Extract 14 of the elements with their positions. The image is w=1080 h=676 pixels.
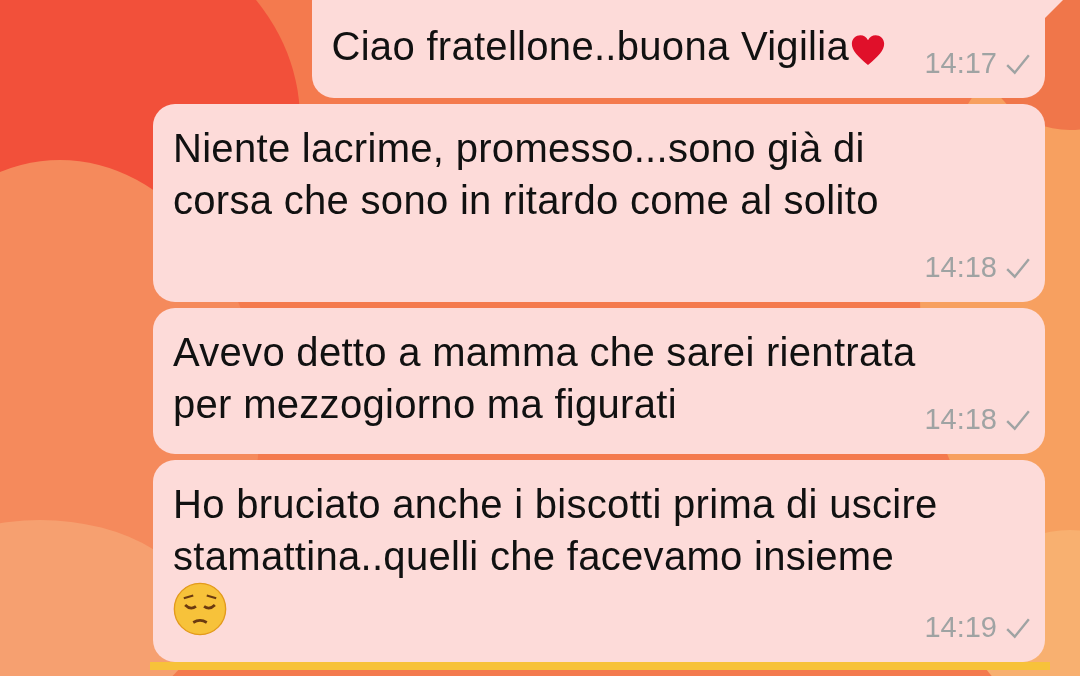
check-icon bbox=[1005, 616, 1031, 639]
message-text: Avevo detto a mamma che sarei rientrata per mezzogiorno ma figurati bbox=[173, 330, 916, 426]
check-icon bbox=[1005, 256, 1031, 279]
message-text: Niente lacrime, promesso...sono già di corsa che sono in ritardo come al solito bbox=[173, 126, 879, 222]
sad-emoji-icon bbox=[173, 582, 227, 636]
message-time: 14:17 bbox=[924, 47, 997, 80]
message-text: Ho bruciato anche i biscotti prima di uscire stamattina..quelli che facevamo insieme bbox=[173, 482, 938, 578]
check-icon bbox=[1005, 52, 1031, 75]
message-time: 14:19 bbox=[924, 611, 997, 644]
message-time: 14:18 bbox=[924, 403, 997, 436]
message-time: 14:18 bbox=[924, 251, 997, 284]
heart-icon bbox=[851, 35, 885, 66]
message-text: Ciao fratellone..buona Vigilia bbox=[331, 24, 849, 68]
check-icon bbox=[1005, 408, 1031, 431]
